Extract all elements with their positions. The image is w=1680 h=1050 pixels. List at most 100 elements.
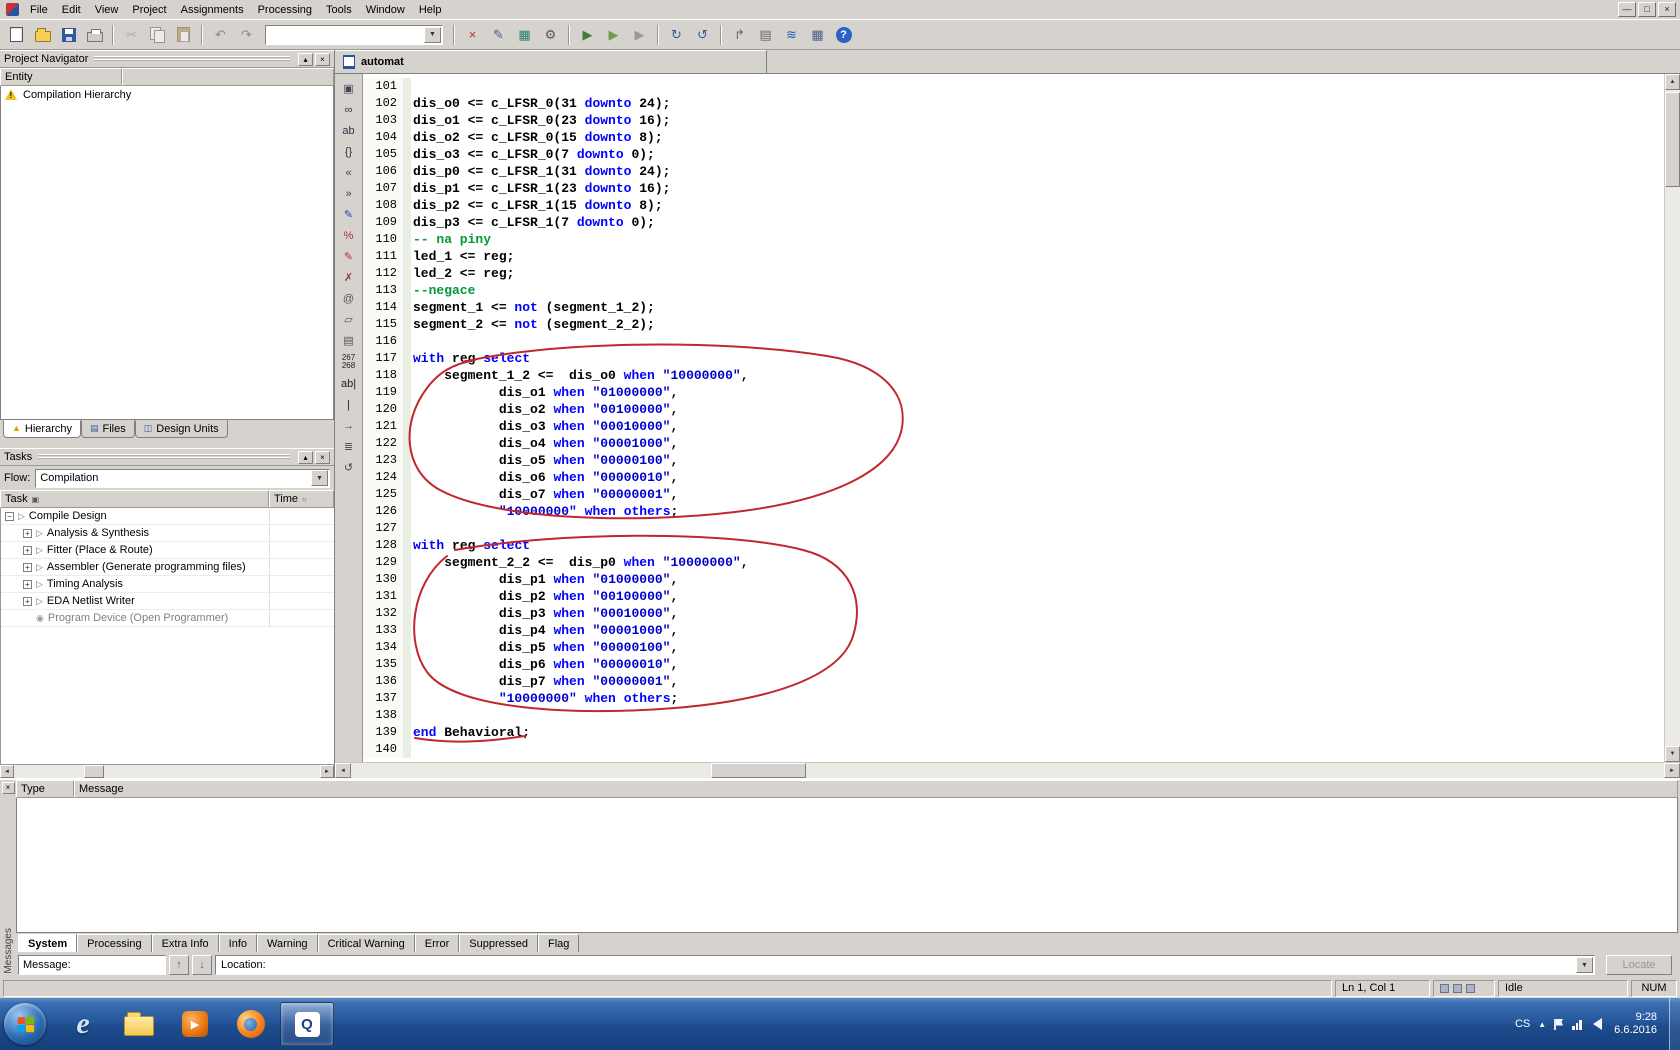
incremental-find-icon[interactable]: ab	[338, 121, 360, 140]
settings-button[interactable]: ⚙	[538, 23, 563, 47]
start-analysis-button[interactable]: ▶	[601, 23, 626, 47]
tab-design-units[interactable]: ◫Design Units	[135, 420, 228, 438]
code-line[interactable]: 132 dis_p3 when "00010000",	[363, 605, 1664, 622]
code-line[interactable]: 118 segment_1_2 <= dis_o0 when "10000000…	[363, 367, 1664, 384]
syntax-check-icon[interactable]: ✗	[338, 268, 360, 287]
restore-button[interactable]: □	[1638, 2, 1656, 17]
task-row-eda-netlist-writer[interactable]: +▷EDA Netlist Writer	[1, 593, 334, 610]
message-tab-error[interactable]: Error	[415, 934, 459, 952]
programmer-button[interactable]: ≋	[779, 23, 804, 47]
collapse-button[interactable]: ▴	[298, 53, 313, 66]
code-line[interactable]: 115segment_2 <= not (segment_2_2);	[363, 316, 1664, 333]
message-column[interactable]: Message	[74, 780, 1678, 798]
rapid-recompile-button[interactable]: ▶	[627, 23, 652, 47]
code-line[interactable]: 133 dis_p4 when "00001000",	[363, 622, 1664, 639]
compilation-report-button[interactable]: ▤	[753, 23, 778, 47]
expand-icon[interactable]: +	[23, 580, 32, 589]
screen-icon[interactable]: ▣	[338, 79, 360, 98]
left-horizontal-scrollbar[interactable]: ◄ ►	[0, 764, 334, 778]
message-tab-info[interactable]: Info	[219, 934, 257, 952]
menu-item-project[interactable]: Project	[125, 2, 173, 18]
keyboard-language[interactable]: CS	[1515, 1018, 1530, 1030]
scroll-left-icon[interactable]: ◄	[0, 765, 14, 778]
tab-files[interactable]: ▤Files	[81, 420, 135, 438]
task-row-timing-analysis[interactable]: +▷Timing Analysis	[1, 576, 334, 593]
help-button[interactable]: ?	[831, 23, 856, 47]
code-line[interactable]: 137 "10000000" when others;	[363, 690, 1664, 707]
scrollbar-thumb[interactable]	[711, 763, 806, 778]
copy-button[interactable]	[145, 23, 170, 47]
expand-icon[interactable]: +	[23, 529, 32, 538]
code-line[interactable]: 106dis_p0 <= c_LFSR_1(31 downto 24);	[363, 163, 1664, 180]
scrollbar-thumb[interactable]	[1665, 92, 1680, 187]
task-row-fitter-place-route[interactable]: +▷Fitter (Place & Route)	[1, 542, 334, 559]
location-combo[interactable]: Location: ▼	[215, 955, 1595, 975]
task-row-program-device-open-programmer[interactable]: ◉Program Device (Open Programmer)	[1, 610, 334, 627]
code-line[interactable]: 101	[363, 78, 1664, 95]
new-file-button[interactable]	[4, 23, 29, 47]
code-line[interactable]: 125 dis_o7 when "00000001",	[363, 486, 1664, 503]
volume-icon[interactable]	[1593, 1018, 1602, 1030]
uncomment-icon[interactable]: ✎	[338, 247, 360, 266]
code-line[interactable]: 119 dis_o1 when "01000000",	[363, 384, 1664, 401]
timing-analyzer-button[interactable]: ↻	[664, 23, 689, 47]
undo-button[interactable]: ↶	[208, 23, 233, 47]
close-icon[interactable]: ×	[2, 782, 15, 794]
chip-planner-button[interactable]: ▦	[805, 23, 830, 47]
code-line[interactable]: 116	[363, 333, 1664, 350]
code-line[interactable]: 103dis_o1 <= c_LFSR_0(23 downto 16);	[363, 112, 1664, 129]
attach-icon[interactable]: @	[338, 289, 360, 308]
code-line[interactable]: 123 dis_o5 when "00000100",	[363, 452, 1664, 469]
outdent-icon[interactable]: «	[338, 163, 360, 182]
scroll-right-icon[interactable]: ►	[320, 765, 334, 778]
media-player-taskbar-button[interactable]: ▶	[168, 1002, 222, 1046]
entity-column[interactable]: Entity	[0, 68, 122, 86]
task-row-compile-design[interactable]: −▷Compile Design	[1, 508, 334, 525]
menu-item-window[interactable]: Window	[359, 2, 412, 18]
tab-hierarchy[interactable]: ▲Hierarchy	[3, 420, 81, 438]
code-line[interactable]: 128with reg select	[363, 537, 1664, 554]
code-line[interactable]: 122 dis_o4 when "00001000",	[363, 435, 1664, 452]
cut-button[interactable]: ✂	[119, 23, 144, 47]
show-desktop-button[interactable]	[1669, 998, 1680, 1050]
scrollbar-thumb[interactable]	[84, 765, 104, 778]
scrollbar-track[interactable]	[351, 763, 1664, 778]
code-line[interactable]: 138	[363, 707, 1664, 724]
chevron-down-icon[interactable]: ▼	[1576, 957, 1593, 973]
panel-splitter[interactable]	[0, 440, 334, 448]
code-line[interactable]: 131 dis_p2 when "00100000",	[363, 588, 1664, 605]
paste-button[interactable]	[171, 23, 196, 47]
minimize-button[interactable]: —	[1618, 2, 1636, 17]
code-line[interactable]: 129 segment_2_2 <= dis_p0 when "10000000…	[363, 554, 1664, 571]
menu-item-processing[interactable]: Processing	[251, 2, 319, 18]
code-line[interactable]: 112led_2 <= reg;	[363, 265, 1664, 282]
quartus-taskbar-button[interactable]: Q	[280, 1002, 334, 1046]
code-line[interactable]: 110-- na piny	[363, 231, 1664, 248]
message-tab-warning[interactable]: Warning	[257, 934, 318, 952]
insert-mode-icon[interactable]: ab|	[338, 374, 360, 393]
taskbar-clock[interactable]: 9:28 6.6.2016	[1614, 1011, 1657, 1037]
power-analyzer-button[interactable]: ↺	[690, 23, 715, 47]
internet-explorer-taskbar-button[interactable]: e	[56, 1002, 110, 1046]
print-button[interactable]	[82, 23, 107, 47]
expand-icon[interactable]: +	[23, 597, 32, 606]
redo-button[interactable]: ↷	[234, 23, 259, 47]
close-button[interactable]: ×	[1658, 2, 1676, 17]
find-icon[interactable]: ∞	[338, 100, 360, 119]
next-message-button[interactable]: ↓	[192, 955, 212, 975]
code-line[interactable]: 126 "10000000" when others;	[363, 503, 1664, 520]
menu-item-file[interactable]: File	[23, 2, 55, 18]
code-line[interactable]: 139end Behavioral;	[363, 724, 1664, 741]
stop-processing-button[interactable]: ×	[460, 23, 485, 47]
task-column[interactable]: Task ▣	[0, 490, 269, 508]
hierarchy-item[interactable]: Compilation Hierarchy	[1, 86, 333, 104]
time-column[interactable]: Time ○	[269, 490, 334, 508]
type-column[interactable]: Type	[16, 780, 74, 798]
code-line[interactable]: 114segment_1 <= not (segment_1_2);	[363, 299, 1664, 316]
task-row-analysis-synthesis[interactable]: +▷Analysis & Synthesis	[1, 525, 334, 542]
editor-vertical-scrollbar[interactable]: ▲ ▼	[1664, 74, 1680, 762]
code-line[interactable]: 140	[363, 741, 1664, 758]
toolbar-project-combo[interactable]: ▼	[265, 25, 443, 45]
template-icon[interactable]: ▱	[338, 310, 360, 329]
code-line[interactable]: 107dis_p1 <= c_LFSR_1(23 downto 16);	[363, 180, 1664, 197]
